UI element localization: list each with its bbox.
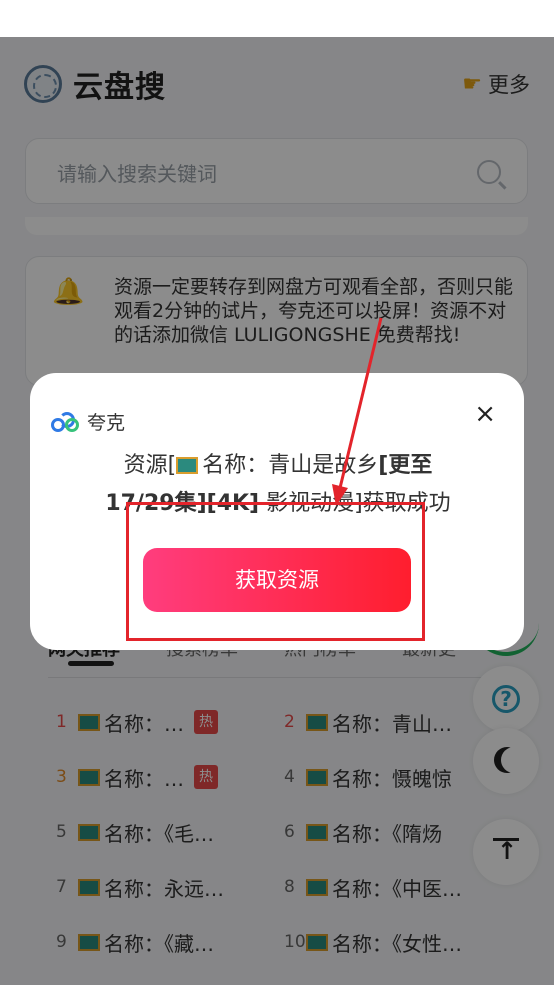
annotation-arrow [332,317,383,506]
